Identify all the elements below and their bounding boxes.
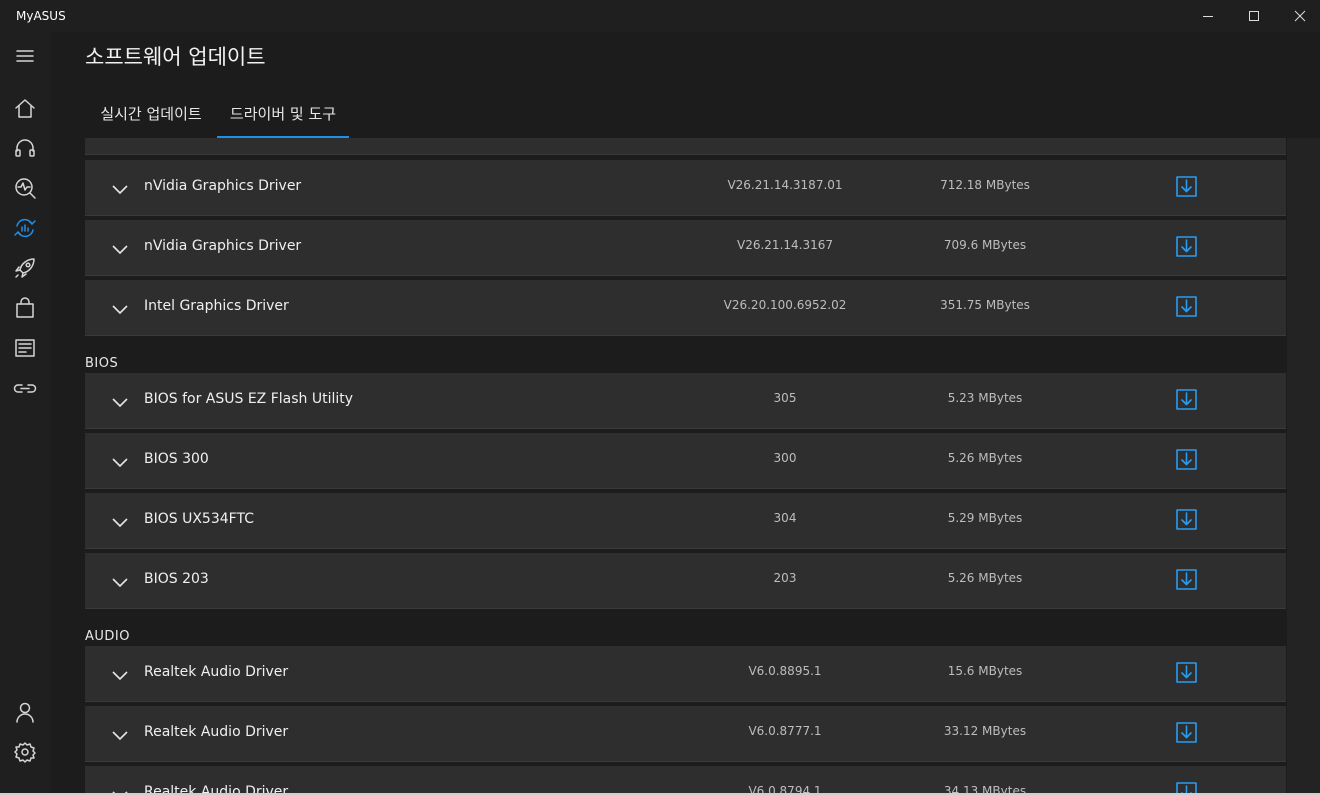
menu-button[interactable] bbox=[10, 41, 40, 71]
section-header-bios: BIOS bbox=[85, 356, 119, 371]
list-item[interactable]: Intel Graphics Driver V26.20.100.6952.02… bbox=[85, 280, 1286, 336]
chevron-down-icon[interactable] bbox=[112, 180, 128, 199]
chevron-down-icon[interactable] bbox=[112, 513, 128, 532]
nav-diagnostics[interactable] bbox=[10, 173, 40, 203]
close-icon bbox=[1294, 10, 1306, 22]
list-item[interactable]: BIOS UX534FTC 304 5.29 MBytes bbox=[85, 493, 1286, 549]
nav-link[interactable] bbox=[10, 373, 40, 403]
download-icon[interactable] bbox=[1175, 175, 1199, 199]
tab-live-update[interactable]: 실시간 업데이트 bbox=[85, 94, 217, 138]
menu-icon bbox=[16, 50, 34, 62]
driver-version: V26.20.100.6952.02 bbox=[723, 298, 847, 312]
download-icon[interactable] bbox=[1175, 661, 1199, 685]
driver-size: 33.12 MBytes bbox=[943, 724, 1027, 738]
driver-name: BIOS 203 bbox=[144, 571, 209, 587]
driver-version: V6.0.8777.1 bbox=[748, 724, 822, 738]
chevron-down-icon[interactable] bbox=[112, 300, 128, 319]
title-bar: MyASUS bbox=[0, 0, 1320, 32]
page-title: 소프트웨어 업데이트 bbox=[85, 45, 266, 69]
chevron-down-icon[interactable] bbox=[112, 726, 128, 745]
driver-size: 5.23 MBytes bbox=[947, 391, 1023, 405]
driver-size: 15.6 MBytes bbox=[947, 664, 1023, 678]
store-icon bbox=[16, 297, 34, 318]
download-icon[interactable] bbox=[1175, 388, 1199, 412]
driver-size: 5.26 MBytes bbox=[947, 571, 1023, 585]
driver-name: BIOS for ASUS EZ Flash Utility bbox=[144, 391, 354, 407]
list-item[interactable] bbox=[85, 138, 1286, 155]
driver-size: 709.6 MBytes bbox=[943, 238, 1027, 252]
driver-name: BIOS 300 bbox=[144, 451, 209, 467]
nav-boost[interactable] bbox=[10, 253, 40, 283]
close-button[interactable] bbox=[1277, 0, 1320, 32]
chevron-down-icon[interactable] bbox=[112, 666, 128, 685]
sidebar-nav bbox=[0, 32, 50, 795]
list-item[interactable]: Realtek Audio Driver V6.0.8895.1 15.6 MB… bbox=[85, 646, 1286, 702]
minimize-button[interactable] bbox=[1185, 0, 1231, 32]
list-item[interactable]: BIOS 300 300 5.26 MBytes bbox=[85, 433, 1286, 489]
download-icon[interactable] bbox=[1175, 568, 1199, 592]
driver-size: 5.26 MBytes bbox=[947, 451, 1023, 465]
driver-version: 203 bbox=[773, 571, 797, 585]
nav-news[interactable] bbox=[10, 333, 40, 363]
driver-name: Realtek Audio Driver bbox=[144, 724, 289, 740]
download-icon[interactable] bbox=[1175, 721, 1199, 745]
update-icon bbox=[14, 218, 36, 238]
list-item[interactable]: Realtek Audio Driver V6.0.8794.1 34.13 M… bbox=[85, 766, 1286, 795]
chevron-down-icon[interactable] bbox=[112, 393, 128, 412]
nav-store[interactable] bbox=[10, 293, 40, 323]
scrollbar-track[interactable] bbox=[1287, 138, 1320, 795]
driver-list: nVidia Graphics Driver V26.21.14.3187.01… bbox=[50, 138, 1287, 795]
driver-name: Realtek Audio Driver bbox=[144, 664, 289, 680]
list-item[interactable]: Realtek Audio Driver V6.0.8777.1 33.12 M… bbox=[85, 706, 1286, 762]
driver-version: 300 bbox=[773, 451, 797, 465]
nav-settings[interactable] bbox=[10, 737, 40, 767]
list-item[interactable]: nVidia Graphics Driver V26.21.14.3187.01… bbox=[85, 160, 1286, 216]
home-icon bbox=[15, 99, 35, 118]
download-icon[interactable] bbox=[1175, 448, 1199, 472]
rocket-icon bbox=[15, 258, 35, 278]
maximize-icon bbox=[1249, 11, 1259, 21]
settings-icon bbox=[14, 742, 36, 763]
download-icon[interactable] bbox=[1175, 235, 1199, 259]
driver-name: nVidia Graphics Driver bbox=[144, 178, 302, 194]
chevron-down-icon[interactable] bbox=[112, 240, 128, 259]
driver-name: Intel Graphics Driver bbox=[144, 298, 289, 314]
chevron-down-icon[interactable] bbox=[112, 453, 128, 472]
maximize-button[interactable] bbox=[1231, 0, 1277, 32]
app-title: MyASUS bbox=[16, 9, 66, 23]
driver-size: 5.29 MBytes bbox=[947, 511, 1023, 525]
driver-version: 305 bbox=[773, 391, 797, 405]
tab-drivers-and-tools[interactable]: 드라이버 및 도구 bbox=[217, 94, 349, 138]
minimize-icon bbox=[1203, 16, 1213, 17]
nav-account[interactable] bbox=[10, 697, 40, 727]
list-item[interactable]: BIOS for ASUS EZ Flash Utility 305 5.23 … bbox=[85, 373, 1286, 429]
driver-name: nVidia Graphics Driver bbox=[144, 238, 302, 254]
driver-version: V26.21.14.3167 bbox=[737, 238, 833, 252]
driver-size: 351.75 MBytes bbox=[940, 298, 1030, 312]
user-icon bbox=[16, 702, 34, 723]
download-icon[interactable] bbox=[1175, 508, 1199, 532]
diagnostics-icon bbox=[15, 178, 36, 199]
section-header-audio: AUDIO bbox=[85, 629, 130, 644]
driver-name: BIOS UX534FTC bbox=[144, 511, 254, 527]
headset-icon bbox=[15, 139, 35, 157]
driver-version: V6.0.8895.1 bbox=[748, 664, 822, 678]
nav-home[interactable] bbox=[10, 93, 40, 123]
news-icon bbox=[15, 339, 35, 357]
nav-software-update[interactable] bbox=[10, 213, 40, 243]
driver-version: 304 bbox=[773, 511, 797, 525]
nav-support[interactable] bbox=[10, 133, 40, 163]
link-icon bbox=[13, 384, 37, 393]
chevron-down-icon[interactable] bbox=[112, 573, 128, 592]
download-icon[interactable] bbox=[1175, 295, 1199, 319]
driver-version: V26.21.14.3187.01 bbox=[727, 178, 843, 192]
list-item[interactable]: BIOS 203 203 5.26 MBytes bbox=[85, 553, 1286, 609]
list-item[interactable]: nVidia Graphics Driver V26.21.14.3167 70… bbox=[85, 220, 1286, 276]
driver-size: 712.18 MBytes bbox=[940, 178, 1030, 192]
